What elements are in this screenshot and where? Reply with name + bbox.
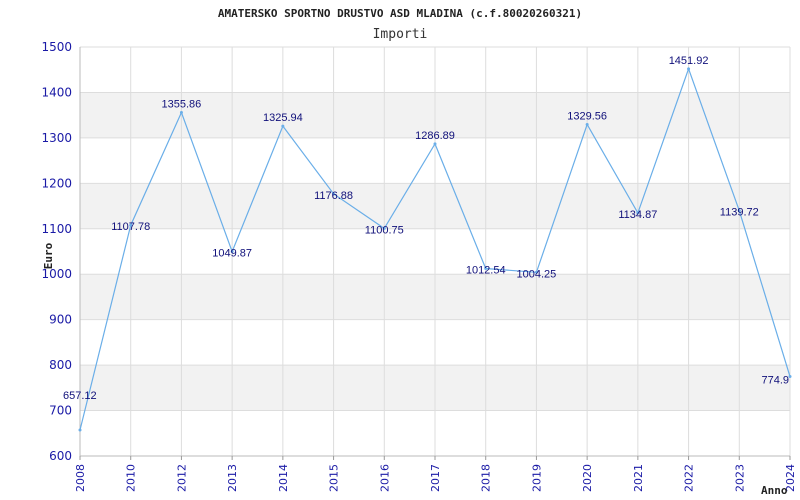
y-tick-label: 600 [49, 449, 72, 463]
x-tick-label: 2019 [530, 464, 543, 492]
y-tick-label: 900 [49, 313, 72, 327]
data-label: 774.9 [761, 375, 789, 387]
y-tick-label: 1200 [41, 176, 72, 190]
x-axis-title: Anno [761, 484, 788, 497]
chart-title: AMATERSKO SPORTNO DRUSTVO ASD MLADINA (c… [218, 7, 582, 20]
data-label: 1355.86 [162, 99, 202, 111]
data-label: 1004.25 [517, 268, 557, 280]
y-axis-title: Euro [42, 242, 55, 269]
data-label: 1286.89 [415, 130, 455, 142]
data-label: 1107.78 [111, 221, 150, 233]
x-tick-label: 2018 [480, 464, 493, 492]
x-tick-label: 2016 [378, 464, 391, 492]
data-label: 1100.75 [365, 224, 404, 236]
y-tick-label: 1100 [41, 222, 72, 236]
data-point [687, 67, 691, 71]
x-tick-label: 2013 [226, 464, 239, 492]
data-label: 1329.56 [567, 110, 607, 122]
x-tick-label: 2021 [632, 464, 645, 492]
x-tick-label: 2015 [328, 464, 341, 492]
y-tick-label: 700 [49, 404, 72, 418]
x-axis-ticks: 2008 2010 2012 2013 2014 2015 2016 2017 2018 2019… [74, 456, 797, 492]
data-label: 1325.94 [263, 112, 303, 124]
data-point [179, 111, 183, 115]
data-point [78, 428, 82, 432]
chart-subtitle: Importi [373, 27, 428, 42]
x-tick-label: 2008 [74, 464, 87, 492]
x-tick-label: 2010 [125, 464, 138, 492]
data-point [281, 124, 285, 128]
y-tick-label: 800 [49, 358, 72, 372]
x-tick-label: 2020 [581, 464, 594, 492]
x-tick-label: 2017 [429, 464, 442, 492]
data-label: 1451.92 [669, 55, 709, 67]
data-label: 1176.88 [314, 190, 353, 202]
data-label: 1012.54 [466, 265, 506, 277]
data-label: 1139.72 [720, 207, 759, 219]
y-tick-label: 1300 [41, 131, 72, 145]
line-chart: 600700800900100011001200130014001500 200… [41, 7, 797, 497]
data-label: 657.12 [63, 390, 97, 402]
x-tick-label: 2023 [733, 464, 746, 492]
y-tick-label: 1500 [41, 40, 72, 54]
data-label: 1049.87 [212, 248, 252, 260]
x-tick-label: 2014 [277, 464, 290, 492]
y-tick-label: 1400 [41, 85, 72, 99]
x-tick-label: 2012 [175, 464, 188, 492]
x-tick-label: 2022 [683, 464, 696, 492]
data-point [433, 142, 437, 146]
data-point [585, 122, 589, 126]
data-label: 1134.87 [618, 209, 657, 221]
